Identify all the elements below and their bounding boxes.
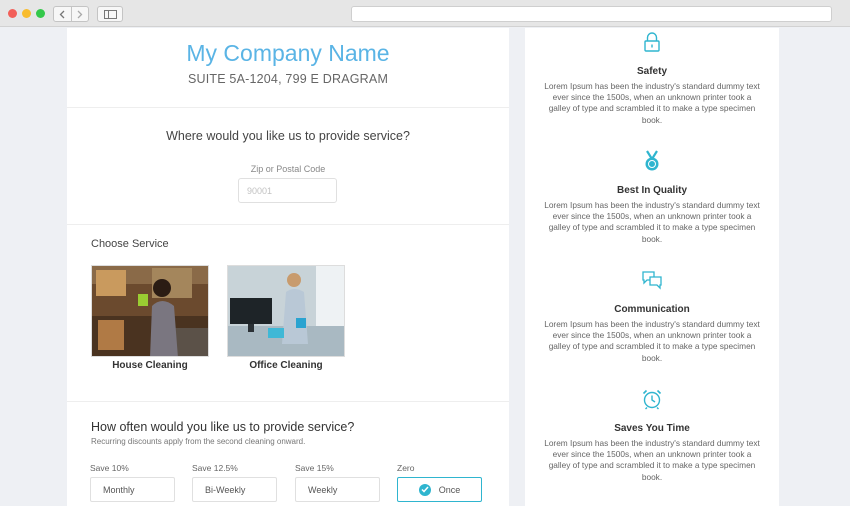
feature-best-in-quality: Best In Quality Lorem Ipsum has been the…	[525, 150, 779, 245]
chevron-right-icon	[77, 10, 83, 18]
bi-weekly-button[interactable]: Bi-Weekly	[192, 477, 277, 502]
sidebar-icon	[103, 9, 117, 19]
zip-label: Zip or Postal Code	[250, 164, 326, 174]
window-minimize-button[interactable]	[22, 9, 31, 18]
frequency-question: How often would you like us to provide s…	[91, 420, 355, 434]
house-cleaning-photo	[91, 265, 209, 357]
sidebar-toggle-button[interactable]	[97, 6, 123, 22]
company-name: My Company Name	[186, 40, 390, 66]
location-question: Where would you like us to provide servi…	[166, 129, 410, 143]
address-bar[interactable]	[351, 6, 832, 22]
alarm-clock-icon	[642, 389, 662, 410]
service-label: Office Cleaning	[249, 360, 323, 371]
medal-icon	[645, 150, 659, 171]
choose-service-heading: Choose Service	[91, 238, 169, 250]
lock-icon	[644, 32, 660, 52]
office-cleaning-photo	[227, 265, 345, 357]
company-address: SUITE 5A-1204, 799 E DRAGRAM	[187, 72, 389, 86]
option-label: Weekly	[308, 484, 338, 495]
feature-title: Saves You Time	[614, 423, 690, 434]
feature-saves-you-time: Saves You Time Lorem Ipsum has been the …	[525, 388, 779, 483]
forward-button[interactable]	[70, 7, 89, 21]
feature-title: Communication	[614, 304, 690, 315]
service-label: House Cleaning	[112, 360, 188, 371]
weekly-button[interactable]: Weekly	[295, 477, 380, 502]
frequency-option-monthly: Save 10% Monthly	[90, 463, 175, 502]
feature-description: Lorem Ipsum has been the industry's stan…	[544, 319, 760, 363]
discount-label: Save 12.5%	[192, 463, 238, 473]
chevron-left-icon	[59, 10, 65, 18]
zip-input[interactable]	[238, 178, 337, 203]
once-button[interactable]: Once	[397, 477, 482, 502]
discount-label: Save 15%	[295, 463, 334, 473]
feature-title: Best In Quality	[616, 185, 687, 196]
feature-description: Lorem Ipsum has been the industry's stan…	[544, 200, 760, 244]
divider	[67, 401, 509, 402]
features-panel: Safety Lorem Ipsum has been the industry…	[525, 28, 779, 506]
chat-icon	[642, 271, 662, 290]
history-nav	[53, 6, 89, 22]
window-close-button[interactable]	[8, 9, 17, 18]
feature-safety: Safety Lorem Ipsum has been the industry…	[525, 31, 779, 126]
frequency-option-once: Zero Once	[397, 463, 482, 502]
frequency-option-bi-weekly: Save 12.5% Bi-Weekly	[192, 463, 277, 502]
checkmark-icon	[418, 483, 431, 496]
frequency-option-weekly: Save 15% Weekly	[295, 463, 380, 502]
discount-label: Zero	[397, 463, 415, 473]
discount-label: Save 10%	[90, 463, 129, 473]
back-button[interactable]	[54, 7, 71, 21]
option-label: Once	[438, 484, 461, 495]
divider	[67, 224, 509, 225]
service-option-office-cleaning[interactable]: Office Cleaning	[227, 265, 345, 371]
feature-description: Lorem Ipsum has been the industry's stan…	[544, 81, 760, 125]
feature-description: Lorem Ipsum has been the industry's stan…	[544, 438, 760, 482]
service-option-house-cleaning[interactable]: House Cleaning	[91, 265, 209, 371]
divider	[67, 107, 509, 108]
feature-title: Safety	[636, 66, 667, 77]
window-zoom-button[interactable]	[36, 9, 45, 18]
feature-communication: Communication Lorem Ipsum has been the i…	[525, 269, 779, 364]
browser-toolbar	[0, 0, 850, 27]
monthly-button[interactable]: Monthly	[90, 477, 175, 502]
option-label: Monthly	[103, 484, 135, 495]
booking-form: My Company Name SUITE 5A-1204, 799 E DRA…	[67, 28, 509, 506]
option-label: Bi-Weekly	[205, 484, 246, 495]
frequency-subtitle: Recurring discounts apply from the secon…	[91, 437, 306, 446]
